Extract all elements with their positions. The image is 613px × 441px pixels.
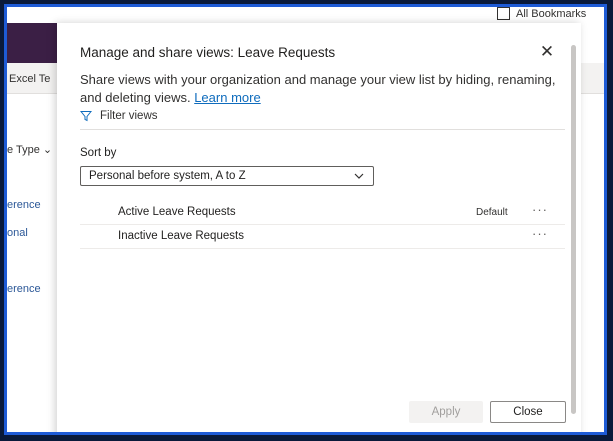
apply-button[interactable]: Apply bbox=[409, 401, 483, 423]
dialog-title: Manage and share views: Leave Requests bbox=[80, 45, 336, 60]
manage-views-dialog: Manage and share views: Leave Requests ✕… bbox=[57, 23, 581, 432]
sort-by-dropdown[interactable]: Personal before system, A to Z bbox=[80, 166, 374, 186]
view-row-active-leave-requests[interactable]: Active Leave Requests Default ··· bbox=[80, 201, 565, 225]
views-list: Active Leave Requests Default ··· Inacti… bbox=[80, 201, 565, 249]
sort-by-label: Sort by bbox=[80, 147, 117, 159]
dialog-description: Share views with your organization and m… bbox=[80, 71, 560, 107]
chevron-down-icon bbox=[354, 173, 364, 179]
view-name: Inactive Leave Requests bbox=[118, 230, 244, 242]
view-row-inactive-leave-requests[interactable]: Inactive Leave Requests ··· bbox=[80, 225, 565, 249]
close-icon[interactable]: ✕ bbox=[538, 43, 556, 61]
description-text: Share views with your organization and m… bbox=[80, 72, 556, 105]
default-badge: Default bbox=[476, 207, 508, 218]
sort-by-value: Personal before system, A to Z bbox=[89, 170, 246, 182]
divider bbox=[80, 129, 565, 130]
filter-label: Filter views bbox=[100, 110, 158, 122]
dialog-scrollbar[interactable] bbox=[571, 45, 576, 414]
view-name: Active Leave Requests bbox=[118, 206, 236, 218]
more-options-icon[interactable]: ··· bbox=[532, 202, 548, 217]
close-button[interactable]: Close bbox=[490, 401, 566, 423]
more-options-icon[interactable]: ··· bbox=[532, 226, 548, 241]
filter-icon bbox=[80, 111, 92, 122]
learn-more-link[interactable]: Learn more bbox=[194, 90, 260, 105]
filter-views-button[interactable]: Filter views bbox=[80, 110, 158, 122]
screenshot-frame: All Bookmarks Excel Te e Type ⌄ erence o… bbox=[4, 4, 607, 435]
